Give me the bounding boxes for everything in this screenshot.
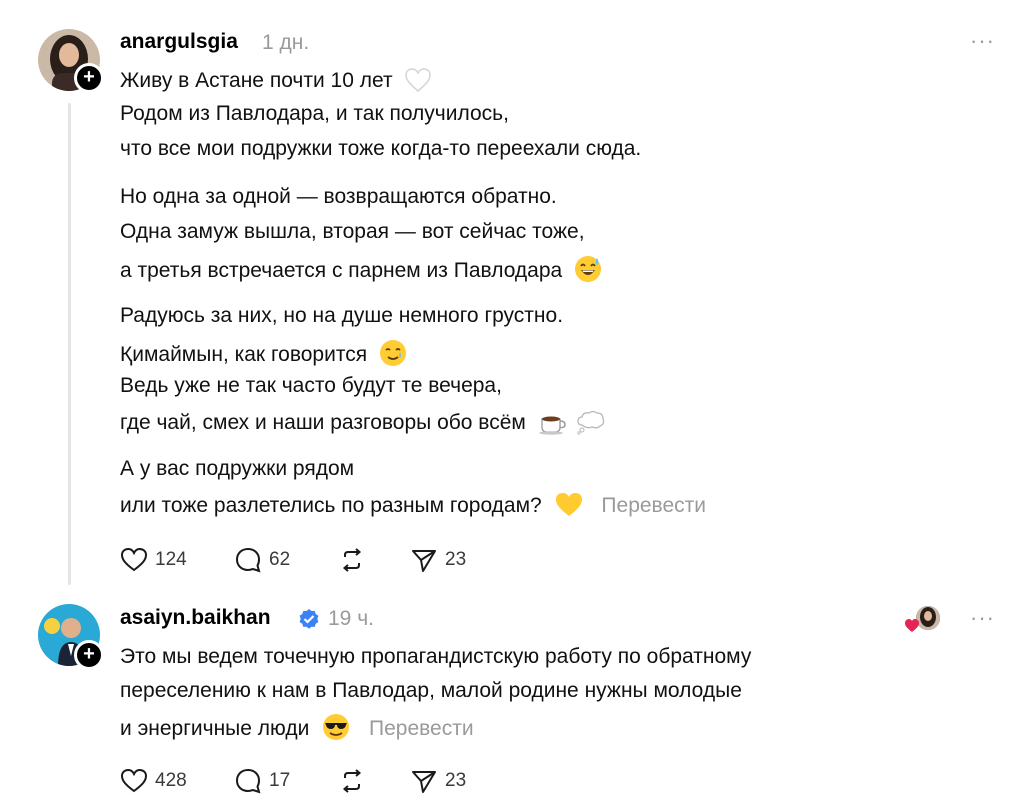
- post-text-line: Но одна за одной — возвращаются обратно.: [120, 185, 557, 208]
- verified-badge-icon: [299, 609, 319, 629]
- post-text-line: а третья встречается с парнем из Павлода…: [120, 255, 602, 283]
- post-text-line: Ведь уже не так часто будут те вечера,: [120, 374, 502, 397]
- repost-button[interactable]: [337, 766, 367, 796]
- comment-button[interactable]: 17: [233, 766, 290, 796]
- send-icon: [412, 550, 436, 572]
- repost-icon: [342, 548, 362, 572]
- username[interactable]: anargulsgia: [120, 30, 238, 54]
- more-icon[interactable]: ···: [970, 28, 995, 54]
- comment-button[interactable]: 62: [233, 545, 290, 575]
- post-text-line: Радуюсь за них, но на душе немного груст…: [120, 304, 564, 327]
- post-text: или тоже разлетелись по разным городам?: [120, 494, 542, 517]
- like-count: 124: [155, 548, 187, 570]
- post-text-line: где чай, смех и наши разговоры обо всём: [120, 409, 606, 435]
- post-text-line: Қимаймын, как говорится: [120, 339, 407, 367]
- repost-button[interactable]: [337, 545, 367, 575]
- post-text: и энергичные люди: [120, 717, 310, 740]
- post-text-line: что все мои подружки тоже когда-то перее…: [120, 137, 642, 160]
- post-text-line: Одна замуж вышла, вторая — вот сейчас то…: [120, 220, 585, 243]
- sunglasses-emoji-icon: [323, 714, 350, 740]
- yellow-heart-icon: [555, 493, 582, 516]
- post-text-line: А у вас подружки рядом: [120, 457, 355, 480]
- post-text: Қимаймын, как говорится: [120, 343, 368, 366]
- share-button[interactable]: 23: [409, 766, 466, 796]
- translate-link[interactable]: Перевести: [601, 494, 706, 517]
- post-text-line: или тоже разлетелись по разным городам? …: [120, 491, 706, 518]
- smiling-tear-emoji-icon: [379, 340, 406, 366]
- comment-count: 62: [269, 549, 291, 570]
- share-count: 23: [445, 770, 467, 791]
- thought-balloon-emoji-icon: [576, 410, 604, 435]
- share-count: 23: [445, 549, 467, 570]
- white-heart-icon: [405, 68, 432, 92]
- post-text-line: Родом из Павлодара, и так получилось,: [120, 102, 509, 125]
- heart-icon: [120, 547, 148, 572]
- post-text: а третья встречается с парнем из Павлода…: [120, 259, 563, 282]
- follow-plus-button[interactable]: +: [74, 63, 104, 93]
- post-text-line: переселению к нам в Павлодар, малой роди…: [120, 679, 742, 702]
- post-text-line: Живу в Астане почти 10 лет: [120, 67, 432, 93]
- post-text: Живу в Астане почти 10 лет: [120, 69, 393, 92]
- like-button[interactable]: 428: [119, 767, 187, 794]
- post-text-line: и энергичные люди Перевести: [120, 713, 474, 741]
- more-icon[interactable]: ···: [970, 605, 995, 631]
- grinning-sweat-emoji-icon: [575, 256, 602, 282]
- follow-plus-button[interactable]: +: [74, 640, 104, 670]
- share-button[interactable]: 23: [409, 545, 466, 575]
- post-text-line: Это мы ведем точечную пропагандистскую р…: [120, 645, 752, 668]
- liked-by-author-indicator[interactable]: [902, 606, 942, 632]
- timestamp[interactable]: 1 дн.: [262, 31, 309, 55]
- like-button[interactable]: 124: [119, 546, 187, 573]
- heart-icon: [120, 768, 148, 793]
- comment-count: 17: [269, 770, 291, 791]
- comment-icon: [235, 768, 261, 794]
- thread-line: [68, 103, 71, 585]
- hot-beverage-emoji-icon: [538, 416, 566, 435]
- send-icon: [412, 771, 436, 793]
- post-text: где чай, смех и наши разговоры обо всём: [120, 411, 526, 434]
- repost-icon: [342, 769, 362, 793]
- translate-link[interactable]: Перевести: [369, 717, 474, 740]
- timestamp[interactable]: 19 ч.: [328, 607, 374, 631]
- like-count: 428: [155, 769, 187, 791]
- username[interactable]: asaiyn.baikhan: [120, 606, 271, 630]
- comment-icon: [235, 547, 261, 573]
- heart-icon: [905, 619, 919, 632]
